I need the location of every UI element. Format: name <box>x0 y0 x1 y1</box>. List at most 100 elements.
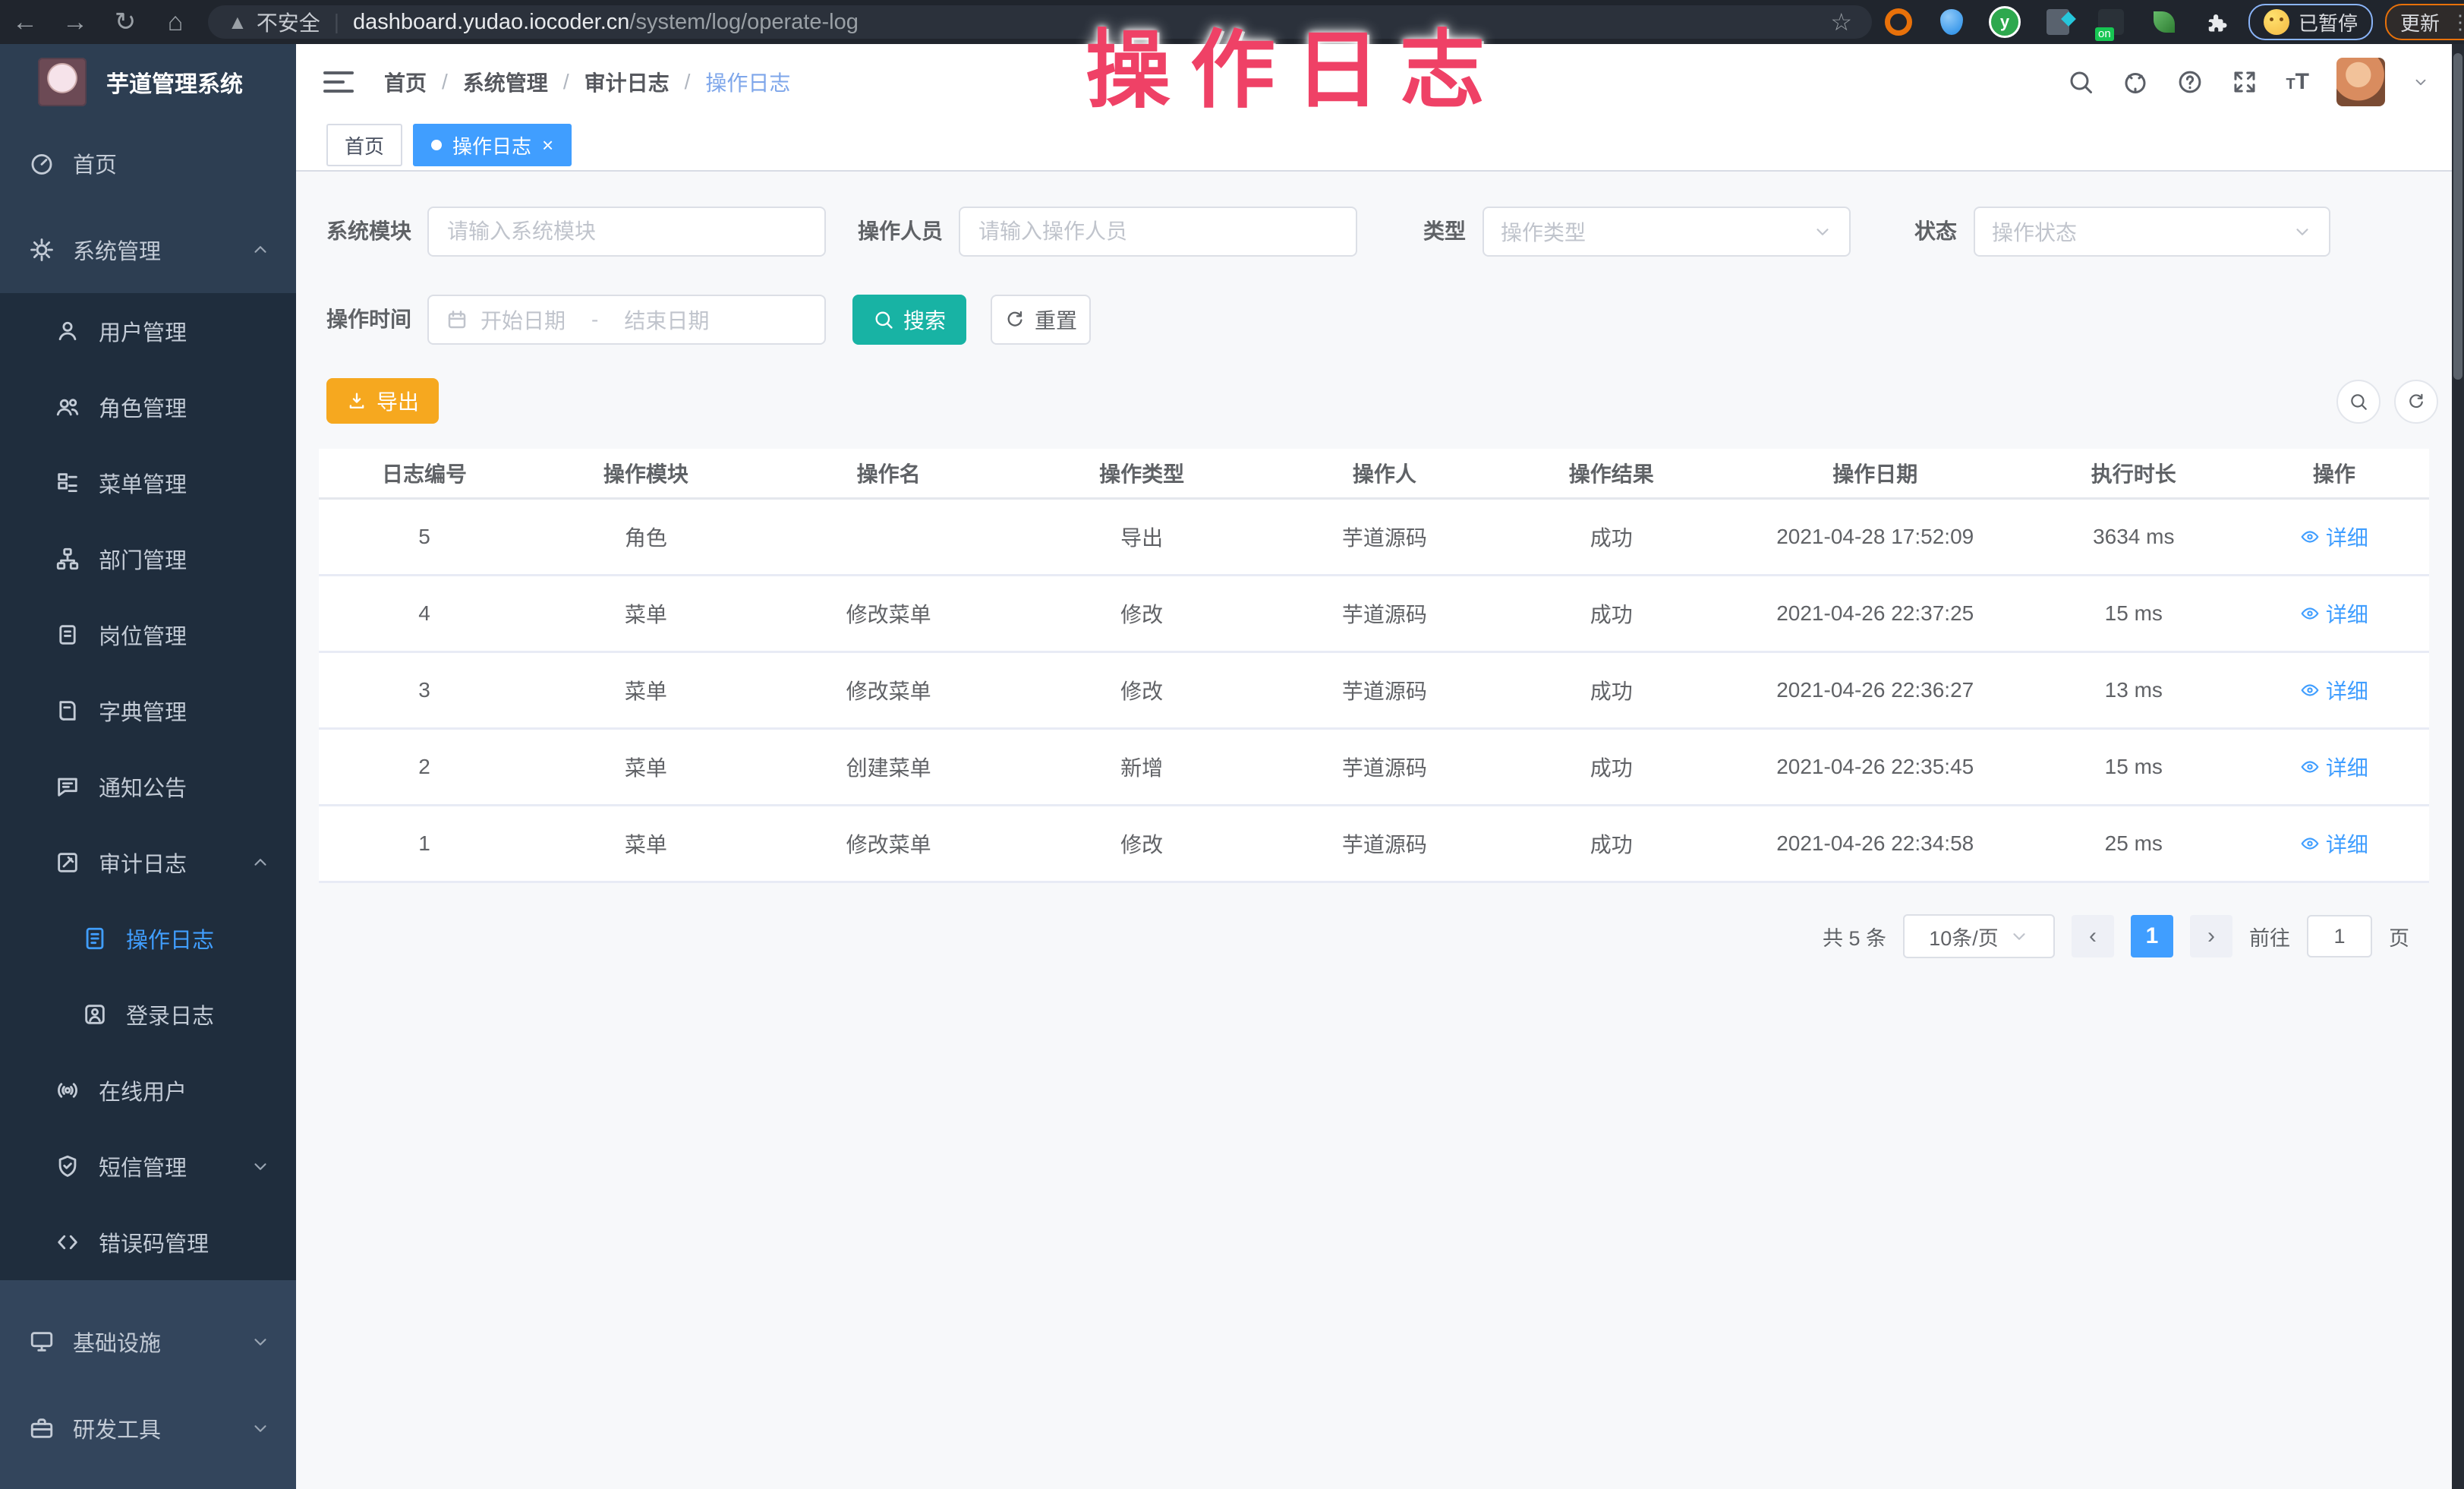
extension-drop-icon[interactable] <box>1925 9 1978 35</box>
scrollbar-thumb[interactable] <box>2453 53 2462 380</box>
url-host[interactable]: dashboard.yudao.iocoder.cn <box>353 10 629 35</box>
sidebar-item-menus[interactable]: 菜单管理 <box>0 445 296 521</box>
refresh-icon <box>2406 392 2426 412</box>
sidebar-item-online-users[interactable]: 在线用户 <box>0 1052 296 1128</box>
sidebar-item-error-codes[interactable]: 错误码管理 <box>0 1204 296 1280</box>
sidebar-item-system[interactable]: 系统管理 <box>0 207 296 293</box>
extension-orange-icon[interactable] <box>1872 8 1925 36</box>
cell-date: 2021-04-26 22:35:45 <box>1722 755 2028 779</box>
close-icon[interactable]: × <box>542 135 553 155</box>
table-row: 4 菜单 修改菜单 修改 芋道源码 成功 2021-04-26 22:37:25… <box>319 576 2429 653</box>
extension-y-icon[interactable]: y <box>1978 6 2031 38</box>
search-button[interactable]: 搜索 <box>852 295 966 345</box>
cell-log-id: 4 <box>319 601 530 626</box>
paused-label: 已暂停 <box>2299 8 2358 36</box>
export-button[interactable]: 导出 <box>326 378 439 424</box>
help-icon[interactable] <box>2176 68 2204 96</box>
prev-page-button[interactable]: ‹ <box>2072 915 2114 957</box>
breadcrumb-item[interactable]: 首页 <box>384 67 427 97</box>
table-row: 5 角色 导出 芋道源码 成功 2021-04-28 17:52:09 3634… <box>319 500 2429 576</box>
goto-page-input[interactable] <box>2307 915 2372 957</box>
extension-leaf-icon[interactable] <box>2138 11 2191 33</box>
cell-duration: 13 ms <box>2028 678 2239 702</box>
status-select[interactable]: 操作状态 <box>1974 207 2330 257</box>
breadcrumb-item-current: 操作日志 <box>705 67 790 97</box>
org-tree-icon <box>55 546 80 572</box>
collapse-sidebar-icon[interactable] <box>323 71 354 93</box>
breadcrumb-item[interactable]: 系统管理 <box>463 67 548 97</box>
detail-link[interactable]: 详细 <box>2300 675 2368 705</box>
module-input[interactable] <box>446 219 808 244</box>
cell-operator: 芋道源码 <box>1268 752 1501 782</box>
chevron-up-icon <box>250 853 270 872</box>
module-input-box[interactable] <box>427 207 826 257</box>
github-icon[interactable] <box>2122 68 2149 96</box>
sidebar-item-users[interactable]: 用户管理 <box>0 293 296 369</box>
logo-image <box>38 58 87 106</box>
start-date-placeholder[interactable]: 开始日期 <box>481 304 566 335</box>
forward-icon[interactable]: → <box>50 8 100 37</box>
back-icon[interactable]: ← <box>0 8 50 37</box>
breadcrumb-separator: / <box>685 70 691 94</box>
date-range-picker[interactable]: 开始日期 - 结束日期 <box>427 295 826 345</box>
message-icon <box>55 774 80 800</box>
sidebar-item-audit-log[interactable]: 审计日志 <box>0 825 296 901</box>
app-logo-row[interactable]: 芋道管理系统 <box>0 44 296 120</box>
page-size-select[interactable]: 10条/页 <box>1903 914 2055 958</box>
browser-menu-icon[interactable]: ⋮ <box>2450 17 2464 27</box>
sidebar-item-departments[interactable]: 部门管理 <box>0 521 296 597</box>
cell-log-id: 1 <box>319 831 530 856</box>
detail-link[interactable]: 详细 <box>2300 522 2368 552</box>
cell-name: 创建菜单 <box>762 752 1016 782</box>
extensions-puzzle-icon[interactable] <box>2191 11 2244 33</box>
reset-button[interactable]: 重置 <box>991 295 1091 345</box>
operator-input[interactable] <box>977 219 1339 244</box>
sidebar-item-dev-tools[interactable]: 研发工具 <box>0 1385 296 1472</box>
font-size-icon[interactable]: TT <box>2286 69 2309 95</box>
bookmark-star-icon[interactable]: ☆ <box>1830 8 1852 36</box>
sidebar-item-infrastructure[interactable]: 基础设施 <box>0 1298 296 1385</box>
type-select[interactable]: 操作类型 <box>1482 207 1851 257</box>
sidebar-item-notices[interactable]: 通知公告 <box>0 749 296 825</box>
end-date-placeholder[interactable]: 结束日期 <box>624 304 709 335</box>
security-warning-icon[interactable]: ▲ <box>228 11 247 34</box>
user-avatar[interactable] <box>2336 58 2385 106</box>
browser-update-button[interactable]: 更新 ⋮ <box>2385 4 2464 40</box>
home-icon[interactable]: ⌂ <box>150 8 200 37</box>
detail-link[interactable]: 详细 <box>2300 598 2368 629</box>
extension-grid-icon[interactable] <box>2031 9 2084 35</box>
page-1-button[interactable]: 1 <box>2131 915 2173 957</box>
profile-paused-badge[interactable]: 已暂停 <box>2248 4 2373 40</box>
chevron-down-icon <box>2292 222 2312 241</box>
sidebar-item-posts[interactable]: 岗位管理 <box>0 597 296 673</box>
sidebar-item-operate-log[interactable]: 操作日志 <box>0 901 296 976</box>
operator-input-box[interactable] <box>959 207 1357 257</box>
gear-icon <box>29 237 55 263</box>
url-path[interactable]: /system/log/operate-log <box>629 10 858 35</box>
tag-operate-log[interactable]: 操作日志 × <box>413 124 572 166</box>
detail-link[interactable]: 详细 <box>2300 752 2368 782</box>
page-scrollbar[interactable] <box>2452 44 2464 1489</box>
sidebar-item-dictionary[interactable]: 字典管理 <box>0 673 296 749</box>
security-label[interactable]: 不安全 <box>257 7 320 37</box>
sidebar-item-roles[interactable]: 角色管理 <box>0 369 296 445</box>
sidebar-item-login-log[interactable]: 登录日志 <box>0 976 296 1052</box>
cell-module: 菜单 <box>530 675 762 705</box>
detail-link[interactable]: 详细 <box>2300 828 2368 859</box>
cell-result: 成功 <box>1501 752 1722 782</box>
show-search-toggle-button[interactable] <box>2336 380 2381 424</box>
sidebar-item-home[interactable]: 首页 <box>0 120 296 207</box>
sidebar-item-sms[interactable]: 短信管理 <box>0 1128 296 1204</box>
fullscreen-icon[interactable] <box>2231 68 2258 96</box>
chevron-down-icon[interactable] <box>2412 74 2429 90</box>
extension-switch-icon[interactable]: on <box>2084 9 2138 35</box>
search-icon <box>873 309 894 330</box>
search-icon[interactable] <box>2067 68 2094 96</box>
tag-home[interactable]: 首页 <box>326 124 402 166</box>
address-bar[interactable]: ▲ 不安全 | dashboard.yudao.iocoder.cn /syst… <box>208 5 1872 39</box>
refresh-table-button[interactable] <box>2394 380 2438 424</box>
breadcrumb-separator: / <box>563 70 569 94</box>
next-page-button[interactable]: › <box>2190 915 2232 957</box>
breadcrumb-item[interactable]: 审计日志 <box>584 67 670 97</box>
reload-icon[interactable]: ↻ <box>100 7 150 37</box>
